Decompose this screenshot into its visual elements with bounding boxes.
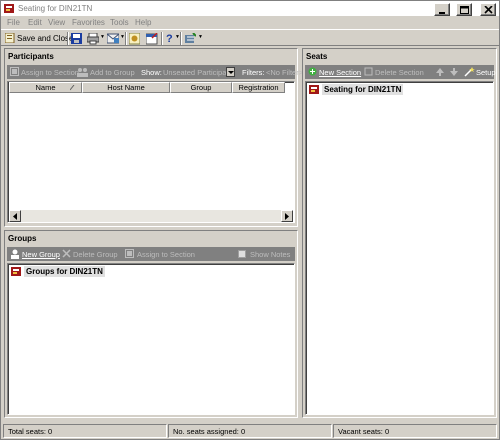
new-section-icon [308,67,318,77]
mail-icon[interactable] [107,33,119,46]
scroll-right-button[interactable] [281,210,293,222]
setup-button[interactable]: Setup [476,68,496,77]
menu-edit[interactable]: Edit [28,18,42,27]
groups-panel: Groups New Group Delete Group Assign to … [4,230,298,418]
save-and-close-button[interactable]: Save and Close [5,32,73,45]
seating-chart-icon [11,267,21,276]
chevron-down-icon [228,71,234,74]
picture-icon[interactable] [129,33,140,46]
column-header-host-name[interactable]: Host Name [82,82,170,93]
delete-section-icon [364,67,374,77]
svg-text:?: ? [166,33,173,45]
filters-select[interactable]: <No Filter> [266,68,303,77]
arrow-right-icon [285,213,289,220]
toolbar-separator [67,32,69,45]
sort-icon [70,85,75,91]
status-seats-assigned: No. seats assigned: 0 [168,424,332,438]
minimize-icon [439,12,445,14]
status-total-seats: Total seats: 0 [3,424,167,438]
scroll-left-button[interactable] [9,210,21,222]
menu-bar: File Edit View Favorites Tools Help [1,17,499,29]
column-header-label: Group [190,83,212,92]
window-title: Seating for DIN21TN [18,4,93,13]
setup-wand-icon [464,67,475,77]
menu-view[interactable]: View [48,18,65,27]
help-icon[interactable]: ? [165,32,174,45]
tools-dropdown-icon[interactable]: ▼ [198,34,203,40]
delete-group-button[interactable]: Delete Group [73,250,118,259]
participants-toolbar: Assign to Section Add to Group Show: Uns… [7,65,303,79]
save-icon[interactable] [71,33,82,46]
status-bar: Total seats: 0 No. seats assigned: 0 Vac… [1,422,499,439]
show-dropdown-button[interactable] [226,67,235,77]
assign-section-icon [125,249,135,259]
delete-section-button[interactable]: Delete Section [375,68,424,77]
new-group-icon [10,249,20,259]
seats-title: Seats [306,52,328,61]
column-header-registration[interactable]: Registration [232,82,285,93]
maximize-button[interactable] [456,3,472,16]
tools-icon[interactable] [185,33,196,46]
groups-title: Groups [8,234,37,243]
groups-toolbar: New Group Delete Group Assign to Section… [7,247,295,261]
column-header-group[interactable]: Group [170,82,232,93]
assign-to-section-button[interactable]: Assign to Section [137,250,195,259]
show-notes-label: Show Notes [250,250,291,259]
menu-help[interactable]: Help [135,18,151,27]
participants-panel: Participants Assign to Section Add to Gr… [4,48,303,227]
seating-app-icon [4,4,14,13]
column-header-label: Registration [238,83,279,92]
filters-label: Filters: [242,68,265,77]
move-down-icon[interactable] [450,68,458,76]
show-select[interactable]: Unseated Participant [163,68,233,77]
menu-tools[interactable]: Tools [110,18,129,27]
assign-section-icon [10,67,20,77]
horizontal-scrollbar[interactable] [9,210,293,222]
column-header-label: Host Name [107,83,145,92]
toolbar-separator [125,32,127,45]
show-notes-checkbox[interactable] [238,250,246,258]
new-section-button[interactable]: New Section [319,68,361,77]
menu-file[interactable]: File [7,18,20,27]
new-group-button[interactable]: New Group [22,250,60,259]
seats-tree[interactable]: Seating for DIN21TN [305,81,494,415]
assign-to-section-button[interactable]: Assign to Section [21,68,79,77]
seats-panel: Seats New Section Delete Section Setup S… [302,48,497,418]
calendar-icon[interactable] [146,33,158,46]
menu-favorites[interactable]: Favorites [72,18,105,27]
show-label: Show: [141,68,162,77]
add-to-group-button[interactable]: Add to Group [90,68,135,77]
print-icon[interactable] [87,33,99,46]
print-dropdown-icon[interactable]: ▼ [100,34,105,40]
move-up-icon[interactable] [436,68,444,76]
close-button[interactable] [480,3,496,16]
seats-toolbar: New Section Delete Section Setup [305,65,496,79]
groups-tree[interactable]: Groups for DIN21TN [7,263,295,415]
arrow-left-icon [13,213,17,220]
delete-group-icon [62,249,72,259]
seating-chart-icon [309,85,319,94]
toolbar-separator [180,32,182,45]
participants-list[interactable]: Name Host Name Group Registration [7,81,295,223]
save-close-icon [5,33,15,43]
title-bar[interactable]: Seating for DIN21TN [1,1,499,17]
tree-item-label: Seating for DIN21TN [322,84,404,95]
toolbar-separator [161,32,163,45]
column-header-label: Name [35,83,56,92]
add-group-icon [77,67,88,77]
save-and-close-label: Save and Close [17,34,74,43]
close-icon [484,6,493,14]
maximize-icon [460,6,469,14]
participants-title: Participants [8,52,54,61]
column-header-name[interactable]: Name [9,82,82,93]
application-window: Seating for DIN21TN File Edit View Favor… [0,0,500,440]
tree-item-label: Groups for DIN21TN [24,266,105,277]
minimize-button[interactable] [434,3,450,16]
main-toolbar: Save and Close ▼ ▼ ? ▼ ▼ [1,29,499,46]
status-vacant-seats: Vacant seats: 0 [333,424,497,438]
